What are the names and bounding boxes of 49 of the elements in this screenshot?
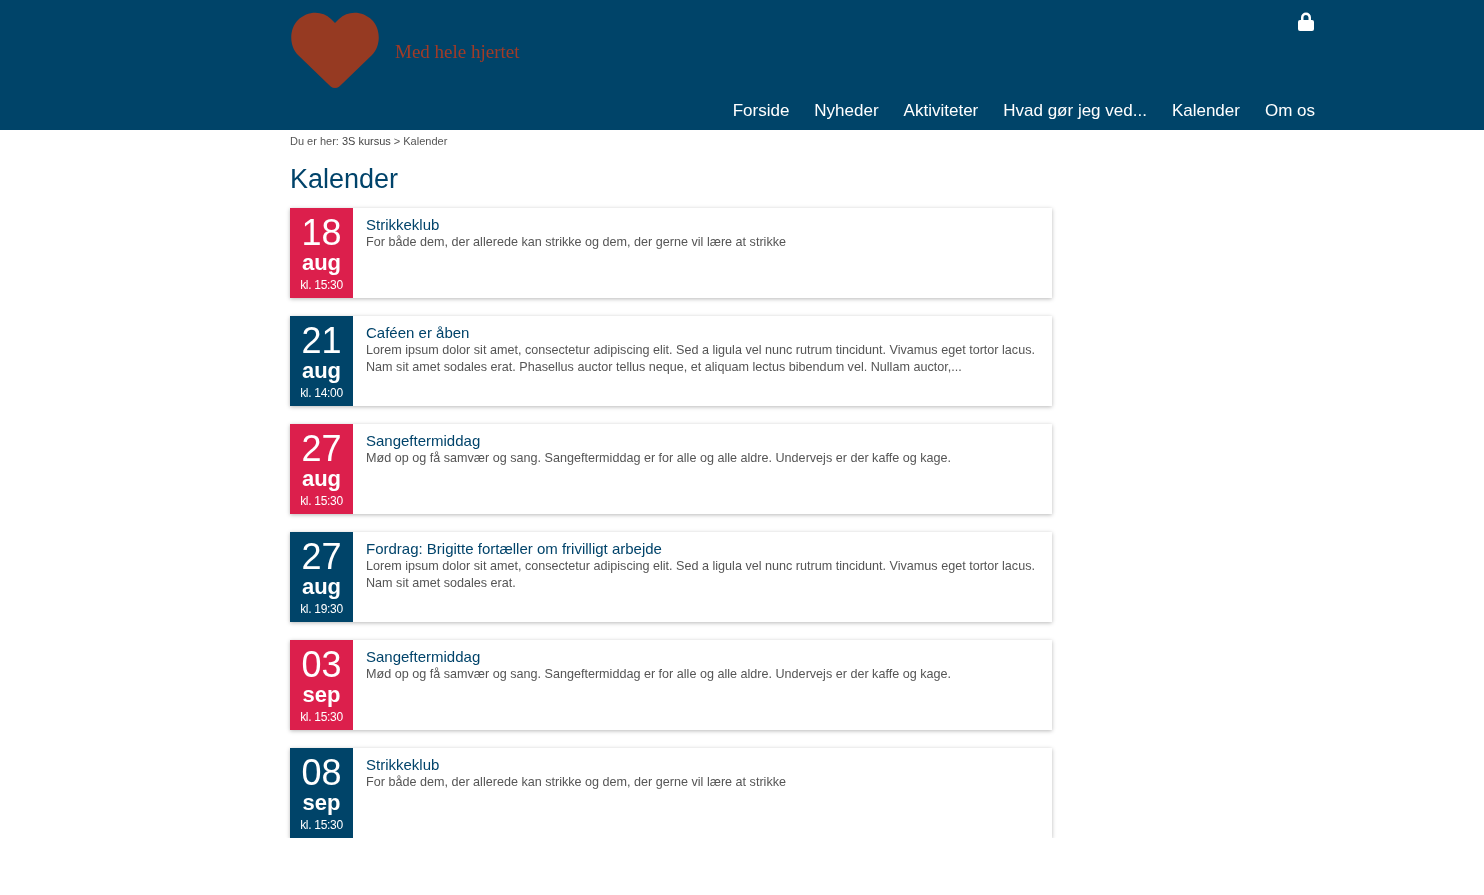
event-description: Mød op og få samvær og sang. Sangeftermiddag er for alle og alle aldre. Undervejs er der kaffe og kage.: [366, 450, 951, 467]
breadcrumb-separator: >: [393, 134, 401, 148]
event-card[interactable]: 03 sep kl. 15:30 Sangeftermiddag Mød op og få samvær og sang. Sangeftermiddag er for alle og alle aldre. Undervejs er der kaffe og kage.: [290, 640, 1052, 730]
event-month: sep: [302, 684, 341, 706]
breadcrumb-current: Kalender: [403, 134, 448, 148]
event-description: For både dem, der allerede kan strikke og dem, der gerne vil lære at strikke: [366, 774, 786, 791]
lock-icon[interactable]: [1297, 12, 1315, 31]
event-time: kl. 15:30: [300, 494, 343, 508]
site-title: Med hele hjertet: [395, 40, 520, 63]
event-day: 08: [301, 754, 342, 792]
event-month: aug: [301, 576, 342, 598]
nav-link[interactable]: Forside: [732, 101, 790, 121]
event-title[interactable]: Fordrag: Brigitte fortæller om frivilligt arbejde: [366, 540, 662, 558]
event-month: aug: [301, 468, 342, 490]
event-time: kl. 15:30: [300, 710, 343, 724]
event-title[interactable]: Strikkeklub: [366, 756, 440, 774]
event-month: sep: [302, 792, 341, 814]
event-description: Lorem ipsum dolor sit amet, consectetur adipiscing elit. Sed a ligula vel nunc rutrum tincidunt. Vivamus eget tortor lacus. Nam sit amet sodales erat.: [366, 558, 1036, 592]
event-day: 27: [301, 538, 342, 576]
breadcrumb-link[interactable]: 3S kursus: [341, 134, 391, 148]
event-title[interactable]: Sangeftermiddag: [366, 432, 481, 450]
event-time: kl. 15:30: [300, 818, 343, 832]
event-title[interactable]: Strikkeklub: [366, 216, 440, 234]
nav-link[interactable]: Hvad gør jeg ved...: [1003, 101, 1147, 121]
event-description: For både dem, der allerede kan strikke og dem, der gerne vil lære at strikke: [366, 234, 786, 251]
nav-link[interactable]: Aktiviteter: [903, 101, 979, 121]
event-card[interactable]: 27 aug kl. 15:30 Sangeftermiddag Mød op og få samvær og sang. Sangeftermiddag er for alle og alle aldre. Undervejs er der kaffe og kage.: [290, 424, 1052, 514]
event-card[interactable]: [290, 532, 1052, 622]
event-month: aug: [301, 360, 342, 382]
event-title[interactable]: Caféen er åben: [366, 324, 470, 342]
event-month: aug: [301, 252, 342, 274]
event-day: 03: [301, 646, 342, 684]
event-time: kl. 15:30: [300, 278, 343, 292]
event-day: 27: [301, 430, 342, 468]
breadcrumb-prefix: Du er her:: [290, 134, 339, 148]
event-time: kl. 14:00: [300, 386, 343, 400]
event-card[interactable]: 08 sep kl. 15:30 Strikkeklub For både dem, der allerede kan strikke og dem, der gerne vil lære at strikke: [290, 748, 1052, 838]
event-time: kl. 19:30: [300, 602, 343, 616]
event-day: 18: [301, 214, 342, 252]
nav-link[interactable]: Om os: [1264, 101, 1315, 121]
event-description: Mød op og få samvær og sang. Sangeftermiddag er for alle og alle aldre. Undervejs er der kaffe og kage.: [366, 666, 951, 683]
nav-link[interactable]: Nyheder: [814, 101, 879, 121]
event-day: 21: [301, 322, 342, 360]
event-card[interactable]: [290, 316, 1052, 406]
page-title: Kalender: [290, 163, 399, 196]
nav-link[interactable]: Kalender: [1171, 101, 1240, 121]
event-description: Lorem ipsum dolor sit amet, consectetur adipiscing elit. Sed a ligula vel nunc rutrum tincidunt. Vivamus eget tortor lacus. Nam sit amet sodales erat. Phasellus auctor tellus neque, et aliquam lectus bibendum vel. Nullam auctor,...: [366, 342, 1036, 376]
event-card[interactable]: 18 aug kl. 15:30 Strikkeklub For både dem, der allerede kan strikke og dem, der gerne vil lære at strikke: [290, 208, 1052, 298]
event-title[interactable]: Sangeftermiddag: [366, 648, 481, 666]
